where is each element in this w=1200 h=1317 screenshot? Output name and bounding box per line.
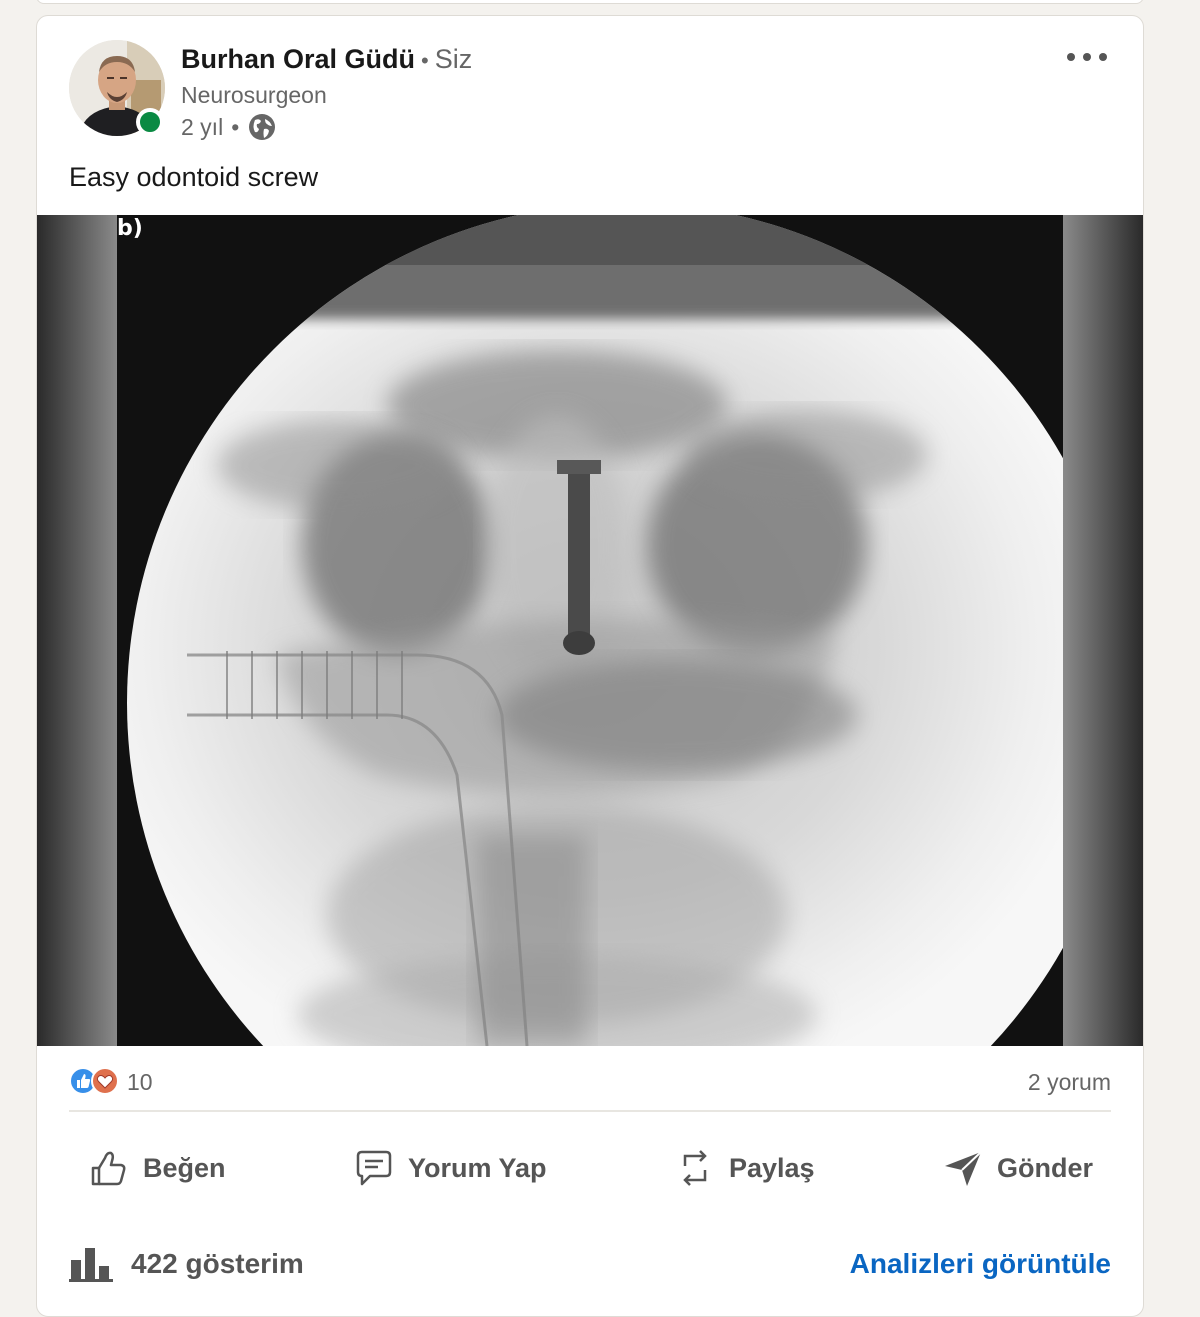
previous-post-card-edge [36,0,1144,4]
more-options-button[interactable] [1057,40,1117,74]
comment-label: Yorum Yap [407,1152,547,1183]
view-analytics-link[interactable]: Analizleri görüntüle [850,1248,1111,1280]
impressions: 422 gösterim [69,1246,304,1282]
send-icon [944,1151,982,1186]
repost-label: Paylaş [728,1152,815,1183]
xray-image: b) [37,215,1143,1046]
reactions-summary[interactable]: 10 [69,1067,153,1097]
meta-separator: • [231,113,240,140]
like-button[interactable]: Beğen [69,1138,244,1198]
repost-button[interactable]: Paylaş [655,1138,833,1198]
post-meta: 2 yıl • [181,112,277,142]
author-headline: Neurosurgeon [181,82,327,108]
ellipsis-icon [1067,53,1107,61]
send-button[interactable]: Gönder [923,1138,1111,1198]
author-line: Burhan Oral Güdü • Siz [181,44,472,75]
post-analytics: 422 gösterim Analizleri görüntüle [69,1240,1111,1288]
author-name[interactable]: Burhan Oral Güdü [181,44,415,74]
love-reaction-icon [91,1067,119,1095]
impressions-count: 422 gösterim [131,1248,304,1279]
author-avatar[interactable] [69,40,167,138]
globe-icon [247,112,277,142]
comment-button[interactable]: Yorum Yap [334,1138,565,1198]
feed-post-card: Burhan Oral Güdü • Siz Neurosurgeon 2 yıl … [36,15,1144,1317]
post-time[interactable]: 2 yıl [181,114,223,141]
divider [69,1110,1111,1112]
send-label: Gönder [996,1152,1093,1183]
repost-icon [683,1150,707,1186]
reaction-icons [69,1067,125,1097]
post-actions: Beğen Yorum Yap Paylaş Gönder [69,1136,1111,1200]
bar-chart-icon [69,1248,113,1282]
thumbs-up-icon [91,1151,126,1186]
comment-icon [356,1150,392,1186]
relation-separator: • [421,48,429,73]
reaction-count: 10 [127,1068,153,1095]
online-status-dot [136,108,164,136]
like-label: Beğen [143,1152,226,1183]
author-relation: Siz [434,44,473,74]
comment-count-link[interactable]: 2 yorum [1028,1069,1111,1096]
post-image[interactable]: b) [37,215,1143,1046]
media-corner-label: b) [117,216,143,241]
social-counts: 10 2 yorum [69,1062,1111,1102]
post-text: Easy odontoid screw [69,162,319,192]
